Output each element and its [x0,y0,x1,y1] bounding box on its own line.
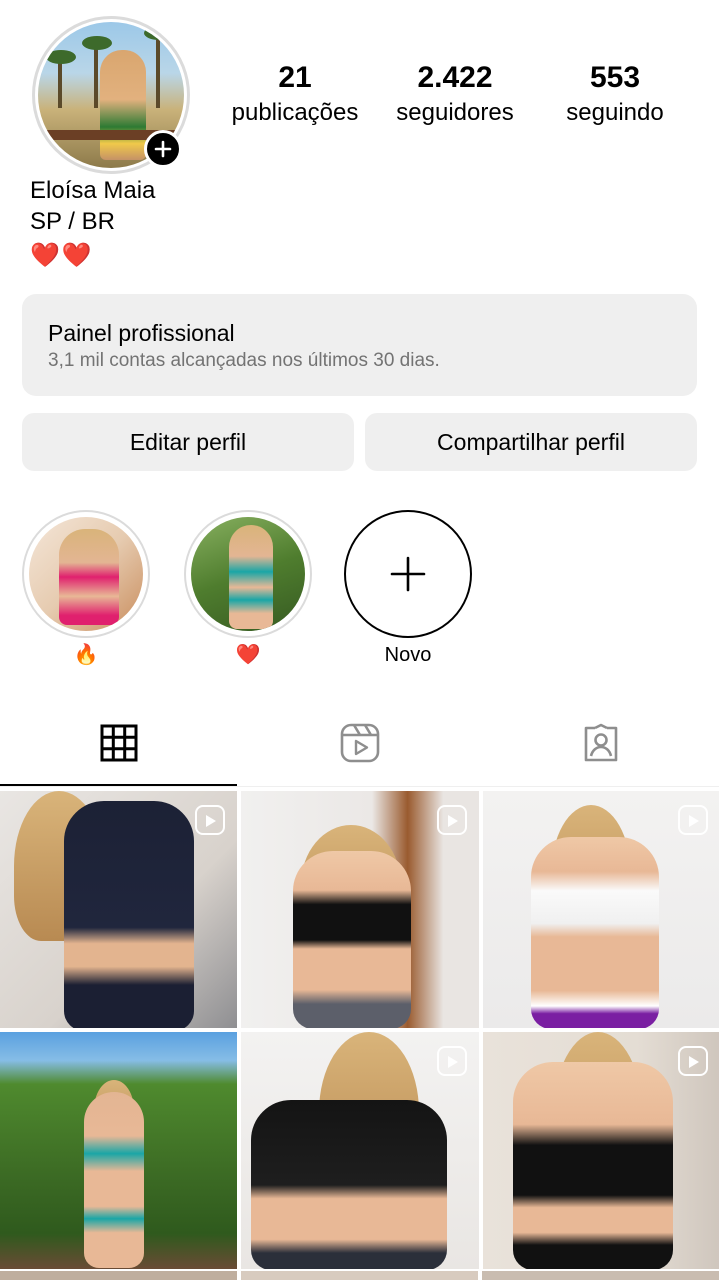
stat-posts[interactable]: 21 publicações [222,60,368,130]
tab-posts[interactable] [0,700,237,786]
add-story-button[interactable] [144,130,182,168]
stat-following-label: seguindo [566,99,664,126]
reel-icon [678,805,708,835]
reel-icon [437,1046,467,1076]
post-thumbnail[interactable] [483,1032,719,1269]
stat-posts-label: publicações [231,99,359,126]
reel-icon [437,805,467,835]
edit-profile-button[interactable]: Editar perfil [22,413,354,471]
post-thumbnail[interactable] [241,1032,479,1269]
tab-reels[interactable] [241,700,479,786]
highlight-1[interactable]: 🔥 [22,510,150,670]
grid-icon [100,724,137,762]
new-highlight-button[interactable] [344,510,472,638]
tab-tagged[interactable] [482,700,719,786]
reel-icon [678,1046,708,1076]
stat-posts-value: 21 [278,61,312,94]
reels-icon [340,723,380,763]
post-thumbnail[interactable] [0,1032,237,1269]
post-thumbnail[interactable] [0,791,237,1028]
dashboard-title: Painel profissional [48,320,235,346]
highlight-1-caption: 🔥 [73,644,99,666]
profile-bio-emojis: ❤️❤️ [30,242,94,269]
stat-following[interactable]: 553 seguindo [553,60,677,130]
stat-following-value: 553 [589,61,641,94]
profile-bio: SP / BR [30,208,115,235]
stat-followers-value: 2.422 [417,61,493,94]
plus-icon [154,140,172,158]
highlight-2-caption: ❤️ [235,644,261,666]
highlight-2[interactable]: ❤️ [184,510,312,670]
posts-grid [0,791,719,1269]
plus-icon [390,556,426,592]
share-profile-button[interactable]: Compartilhar perfil [365,413,697,471]
new-highlight[interactable]: Novo [344,510,472,670]
professional-dashboard[interactable]: Painel profissional 3,1 mil contas alcan… [22,294,697,396]
post-thumbnail[interactable] [241,791,479,1028]
tagged-person-icon [584,723,617,762]
stat-followers-label: seguidores [396,99,514,126]
dashboard-subtitle: 3,1 mil contas alcançadas nos últimos 30… [48,350,440,371]
tabs-divider [0,786,719,787]
post-thumbnail[interactable] [483,791,719,1028]
profile-name: Eloísa Maia [30,177,156,204]
posts-grid-next-row [0,1271,719,1280]
reel-icon [195,805,225,835]
stat-followers[interactable]: 2.422 seguidores [385,60,525,130]
new-highlight-caption: Novo [384,644,432,666]
